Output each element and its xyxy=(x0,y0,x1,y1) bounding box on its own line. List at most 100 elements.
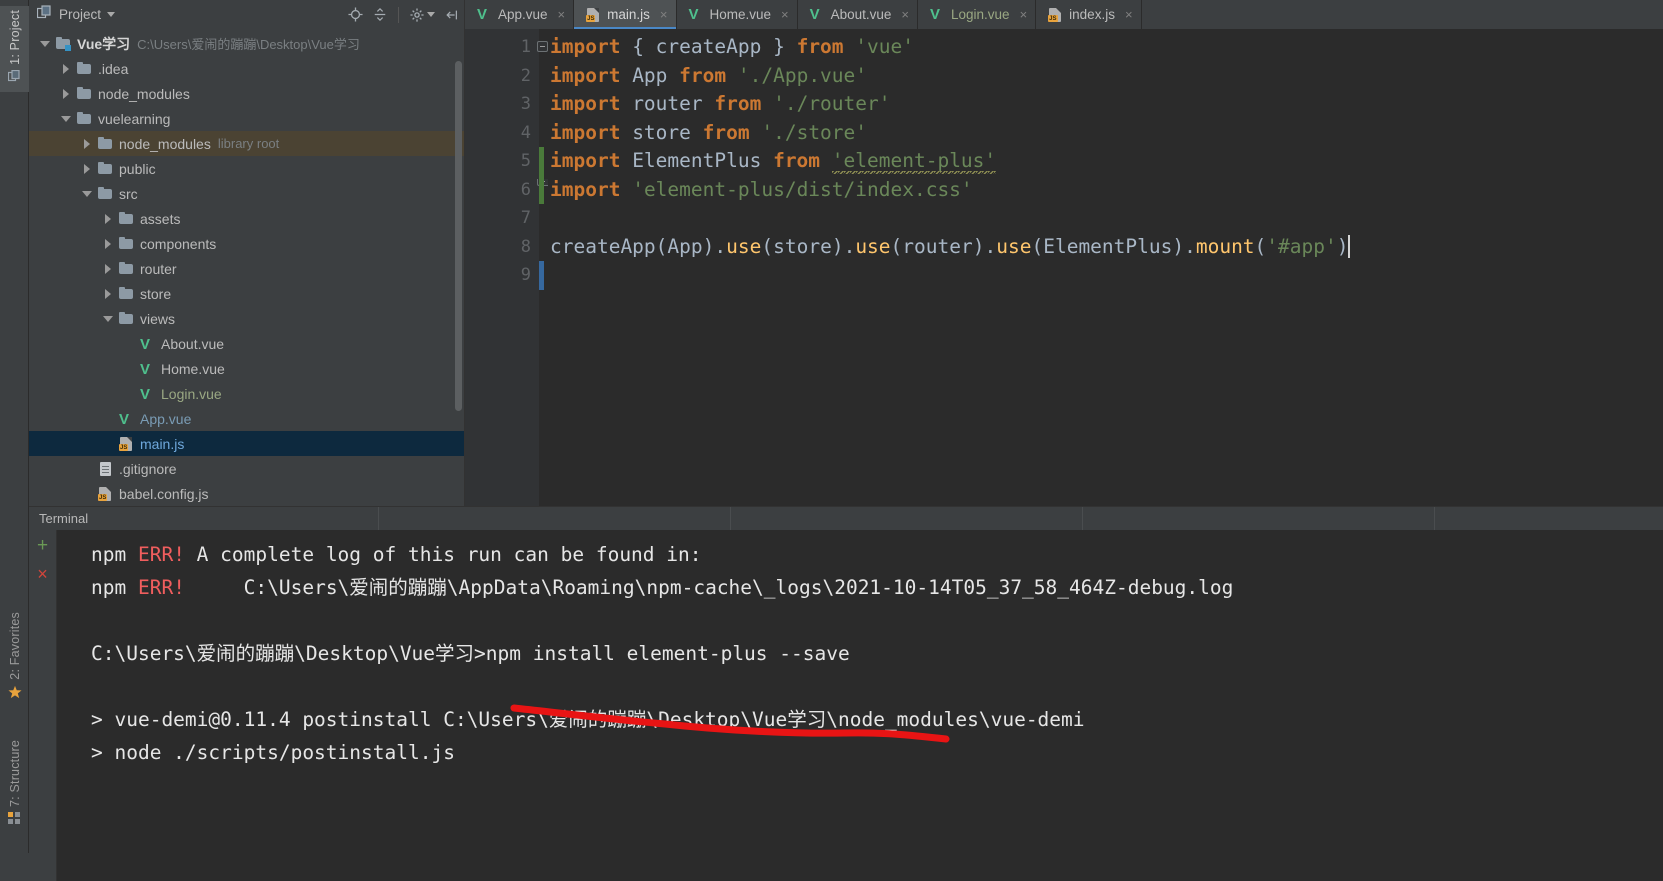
project-tree-scrollbar[interactable] xyxy=(455,61,462,411)
editor-tab-label: Home.vue xyxy=(709,7,772,22)
tree-row[interactable]: .idea xyxy=(29,56,464,81)
kill-terminal-session-button[interactable]: × xyxy=(37,565,48,583)
close-icon[interactable]: × xyxy=(660,8,668,21)
sidebar-item-project[interactable]: 1: Project xyxy=(0,6,29,92)
code-line[interactable]: import ElementPlus from 'element-plus' xyxy=(539,147,1663,176)
vue-file-icon: V xyxy=(688,6,699,23)
tree-row[interactable]: V Home.vue xyxy=(29,356,464,381)
editor-tab[interactable]: V Home.vue × xyxy=(677,0,798,29)
locate-icon[interactable] xyxy=(348,7,363,22)
editor-tab[interactable]: V About.vue × xyxy=(798,0,919,29)
tree-row-label: .gitignore xyxy=(119,460,177,477)
tree-row[interactable]: src xyxy=(29,181,464,206)
new-terminal-session-button[interactable]: + xyxy=(37,536,48,555)
gear-icon[interactable] xyxy=(410,7,435,22)
tree-row[interactable]: V App.vue xyxy=(29,406,464,431)
collapse-all-icon[interactable] xyxy=(373,7,387,22)
collapse-arrow-icon[interactable] xyxy=(81,187,94,200)
expand-arrow-icon[interactable] xyxy=(81,162,94,175)
terminal-error-token: ERR! xyxy=(137,576,185,599)
expand-arrow-icon[interactable] xyxy=(60,87,73,100)
tree-row[interactable]: JS babel.config.js xyxy=(29,481,464,506)
code-token: 'element-plus' xyxy=(831,149,997,176)
terminal-line: > vue-demi@0.11.4 postinstall C:\Users\爱… xyxy=(91,703,1663,736)
code-token: from xyxy=(714,92,762,115)
expand-arrow-icon[interactable] xyxy=(81,137,94,150)
gear-chevron-icon[interactable] xyxy=(427,12,435,17)
editor-code-column[interactable]: import { createApp } from 'vue' import Ap… xyxy=(539,29,1663,506)
hide-icon[interactable] xyxy=(445,8,459,22)
code-editor[interactable]: 1 2 3 4 5 6 7 8 9 import { createApp } from 'vue… xyxy=(465,29,1663,506)
tree-row[interactable]: views xyxy=(29,306,464,331)
module-folder-icon xyxy=(55,36,72,51)
code-line[interactable] xyxy=(539,204,1663,233)
close-icon[interactable]: × xyxy=(558,8,566,21)
collapse-arrow-icon[interactable] xyxy=(60,112,73,125)
close-icon[interactable]: × xyxy=(901,8,909,21)
code-line[interactable]: createApp(App).use(store).use(router).us… xyxy=(539,233,1663,262)
tree-row[interactable]: .gitignore xyxy=(29,456,464,481)
code-token: ). xyxy=(831,234,856,258)
code-token: ( xyxy=(761,234,774,258)
tree-row[interactable]: vuelearning xyxy=(29,106,464,131)
terminal-tab[interactable]: Terminal xyxy=(29,506,379,531)
editor-tab[interactable]: JS main.js × xyxy=(574,0,677,29)
tree-row-label: assets xyxy=(140,210,181,227)
tree-row[interactable]: JS main.js xyxy=(29,431,464,456)
folder-icon xyxy=(118,286,135,301)
code-token: 'vue' xyxy=(855,35,914,58)
collapse-arrow-icon[interactable] xyxy=(102,312,115,325)
terminal-text: A complete log of this run can be found … xyxy=(184,543,702,566)
vue-file-icon: V xyxy=(140,336,151,353)
editor-tab[interactable]: JS index.js × xyxy=(1036,0,1142,29)
close-icon[interactable]: × xyxy=(781,8,789,21)
collapse-arrow-icon[interactable] xyxy=(39,37,52,50)
expand-arrow-icon[interactable] xyxy=(102,262,115,275)
editor-gutter[interactable]: 1 2 3 4 5 6 7 8 9 xyxy=(465,29,548,506)
close-icon[interactable]: × xyxy=(1125,8,1133,21)
tree-row[interactable]: node_modules library root xyxy=(29,131,464,156)
tree-row[interactable]: components xyxy=(29,231,464,256)
tree-row-label: main.js xyxy=(140,435,185,452)
expand-arrow-icon[interactable] xyxy=(60,62,73,75)
close-icon[interactable]: × xyxy=(1020,8,1028,21)
tree-row[interactable]: store xyxy=(29,281,464,306)
left-tool-strip: 1: Project 2: Favorites 7: Structure xyxy=(0,0,29,881)
chevron-down-icon[interactable] xyxy=(107,12,116,17)
code-token: { createApp } xyxy=(632,35,785,58)
code-line[interactable]: import { createApp } from 'vue' xyxy=(539,33,1663,62)
tree-row-label: About.vue xyxy=(161,335,225,352)
expand-arrow-icon[interactable] xyxy=(102,287,115,300)
project-tree[interactable]: Vue学习 C:\Users\爱闹的蹦蹦\Desktop\Vue学习 .idea no… xyxy=(29,29,464,506)
code-line[interactable] xyxy=(539,261,1663,290)
editor-tab-label: main.js xyxy=(607,7,650,22)
tree-row[interactable]: V About.vue xyxy=(29,331,464,356)
editor-tab-bar[interactable]: V App.vue × JS main.js × V Home.vue × V About.vue ×… xyxy=(465,0,1663,29)
tree-row[interactable]: V Login.vue xyxy=(29,381,464,406)
code-line[interactable]: import router from './router' xyxy=(539,90,1663,119)
sidebar-item-favorites[interactable]: 2: Favorites xyxy=(0,612,29,699)
terminal-output[interactable]: npm ERR! A complete log of this run can … xyxy=(57,530,1663,881)
tree-row[interactable]: router xyxy=(29,256,464,281)
expand-arrow-icon[interactable] xyxy=(102,237,115,250)
sidebar-item-structure[interactable]: 7: Structure xyxy=(0,740,29,828)
left-strip-footer xyxy=(0,853,29,881)
code-line[interactable]: import 'element-plus/dist/index.css' xyxy=(539,176,1663,205)
tree-row[interactable]: assets xyxy=(29,206,464,231)
code-line[interactable]: import store from './store' xyxy=(539,119,1663,148)
line-number: 1 xyxy=(465,33,548,62)
code-token: createApp xyxy=(550,234,656,258)
code-token: App xyxy=(667,234,703,258)
tree-row[interactable]: Vue学习 C:\Users\爱闹的蹦蹦\Desktop\Vue学习 xyxy=(29,31,464,56)
terminal-tab-bar[interactable]: Terminal . . . xyxy=(29,506,1663,531)
editor-tab[interactable]: V Login.vue × xyxy=(918,0,1037,29)
expand-arrow-icon[interactable] xyxy=(102,212,115,225)
code-token: from xyxy=(679,63,727,87)
editor-tab[interactable]: V App.vue × xyxy=(465,0,575,29)
tree-row[interactable]: public xyxy=(29,156,464,181)
code-line[interactable]: import App from './App.vue' xyxy=(539,62,1663,91)
tree-row[interactable]: node_modules xyxy=(29,81,464,106)
